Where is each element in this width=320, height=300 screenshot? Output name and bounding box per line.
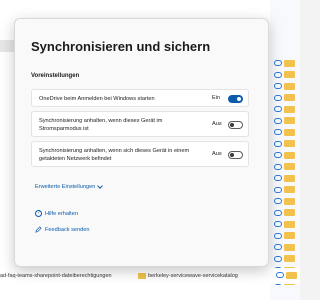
cloud-icon — [274, 244, 282, 250]
explorer-row[interactable] — [274, 139, 300, 149]
metered-network-toggle[interactable] — [228, 151, 243, 159]
toggle-knob — [237, 97, 241, 101]
explorer-row[interactable] — [274, 116, 300, 126]
folder-icon — [284, 82, 295, 90]
toggle-state: Aus — [212, 151, 222, 157]
explorer-row[interactable] — [274, 93, 300, 103]
explorer-row[interactable] — [274, 70, 300, 80]
cloud-icon — [274, 186, 282, 193]
cloud-icon — [274, 94, 282, 101]
explorer-row[interactable] — [274, 208, 300, 218]
cloud-icon — [276, 272, 284, 278]
explorer-nav-fragment — [0, 40, 14, 52]
toggle-knob — [230, 123, 234, 127]
folder-icon — [284, 243, 295, 251]
explorer-row[interactable] — [274, 81, 300, 91]
power-saver-toggle[interactable] — [228, 121, 243, 129]
explorer-row[interactable] — [274, 173, 300, 183]
folder-icon — [286, 272, 297, 279]
folder-icon — [138, 273, 146, 279]
cloud-icon — [274, 117, 282, 124]
folder-icon — [284, 186, 295, 193]
folder-icon — [284, 232, 295, 239]
explorer-row[interactable] — [274, 219, 300, 229]
explorer-row[interactable] — [274, 58, 300, 68]
toggle-state: Ein — [212, 95, 221, 101]
setting-power-saver: Synchronisierung anhalten, wenn dieses G… — [31, 111, 249, 137]
setting-label-line2: Stromsparmodus ist — [39, 126, 89, 132]
folder-icon — [284, 117, 295, 124]
folder-icon — [284, 163, 295, 170]
folder-icon — [284, 105, 295, 113]
cloud-icon — [274, 175, 282, 181]
cloud-icon — [274, 140, 282, 147]
cloud-icon — [274, 60, 282, 66]
setting-label-line2: getakteten Netzwerk befindet — [39, 156, 112, 162]
explorer-row[interactable] — [274, 196, 300, 206]
cloud-icon — [274, 221, 282, 227]
cloud-icon — [274, 209, 282, 216]
feedback-link-label: Feedback senden — [45, 226, 90, 233]
explorer-row[interactable] — [274, 162, 300, 172]
folder-icon — [284, 255, 295, 262]
explorer-bottom-row: ad-faq-teams-sharepoint-dateiberechtigun… — [0, 268, 300, 284]
setting-label-line1: Synchronisierung anhalten, wenn dieses G… — [39, 118, 163, 124]
explorer-row[interactable] — [274, 231, 300, 241]
help-icon: ? — [35, 210, 42, 217]
settings-dialog: Synchronisieren und sichern Voreinstellu… — [14, 18, 269, 267]
cloud-icon — [274, 163, 282, 170]
cloud-icon — [274, 71, 282, 78]
toggle-state: Aus — [212, 121, 222, 127]
cloud-icon — [274, 198, 282, 204]
cloud-icon — [274, 152, 282, 158]
cloud-icon — [274, 232, 282, 239]
folder-icon — [284, 140, 295, 147]
page-title: Synchronisieren und sichern — [31, 39, 211, 54]
folder-icon — [284, 94, 295, 101]
help-link-label: Hilfe erhalten — [45, 210, 78, 217]
explorer-row[interactable] — [274, 242, 300, 252]
section-label: Voreinstellungen — [31, 73, 80, 79]
advanced-settings-link[interactable]: Erweiterte Einstellungen — [35, 183, 104, 190]
cloud-icon — [274, 129, 282, 135]
cloud-icon — [274, 255, 282, 262]
folder-icon — [284, 220, 295, 228]
folder-icon — [284, 128, 295, 136]
explorer-row[interactable] — [274, 150, 300, 160]
explorer-row[interactable] — [274, 254, 300, 264]
setting-label-line1: Synchronisierung anhalten, wenn sich die… — [39, 148, 190, 154]
feedback-icon — [35, 226, 42, 233]
file-name[interactable]: ad-faq-teams-sharepoint-dateiberechtigun… — [0, 273, 112, 279]
setting-start-onedrive: OneDrive beim Anmelden bei Windows start… — [31, 89, 249, 107]
explorer-row[interactable] — [274, 104, 300, 114]
folder-icon — [284, 174, 295, 182]
advanced-settings-label: Erweiterte Einstellungen — [35, 184, 96, 190]
setting-label: Synchronisierung anhalten, wenn dieses G… — [39, 117, 162, 133]
cloud-icon — [274, 106, 282, 112]
toggle-knob — [230, 153, 234, 157]
cloud-icon — [274, 83, 282, 89]
start-onedrive-toggle[interactable] — [228, 95, 243, 103]
feedback-link[interactable]: Feedback senden — [35, 226, 89, 233]
folder-icon — [284, 151, 295, 159]
explorer-row[interactable] — [274, 127, 300, 137]
chevron-down-icon — [97, 183, 104, 189]
folder-icon — [284, 59, 295, 67]
folder-icon — [284, 197, 295, 205]
folder-icon — [284, 71, 295, 78]
setting-metered-network: Synchronisierung anhalten, wenn sich die… — [31, 141, 249, 167]
help-link[interactable]: ? Hilfe erhalten — [35, 210, 78, 217]
explorer-row[interactable] — [274, 185, 300, 195]
file-name[interactable]: berkeley-servicewave-servicekatalog — [148, 273, 238, 279]
setting-label: Synchronisierung anhalten, wenn sich die… — [39, 147, 189, 163]
setting-label: OneDrive beim Anmelden bei Windows start… — [39, 96, 155, 102]
folder-icon — [284, 209, 295, 216]
